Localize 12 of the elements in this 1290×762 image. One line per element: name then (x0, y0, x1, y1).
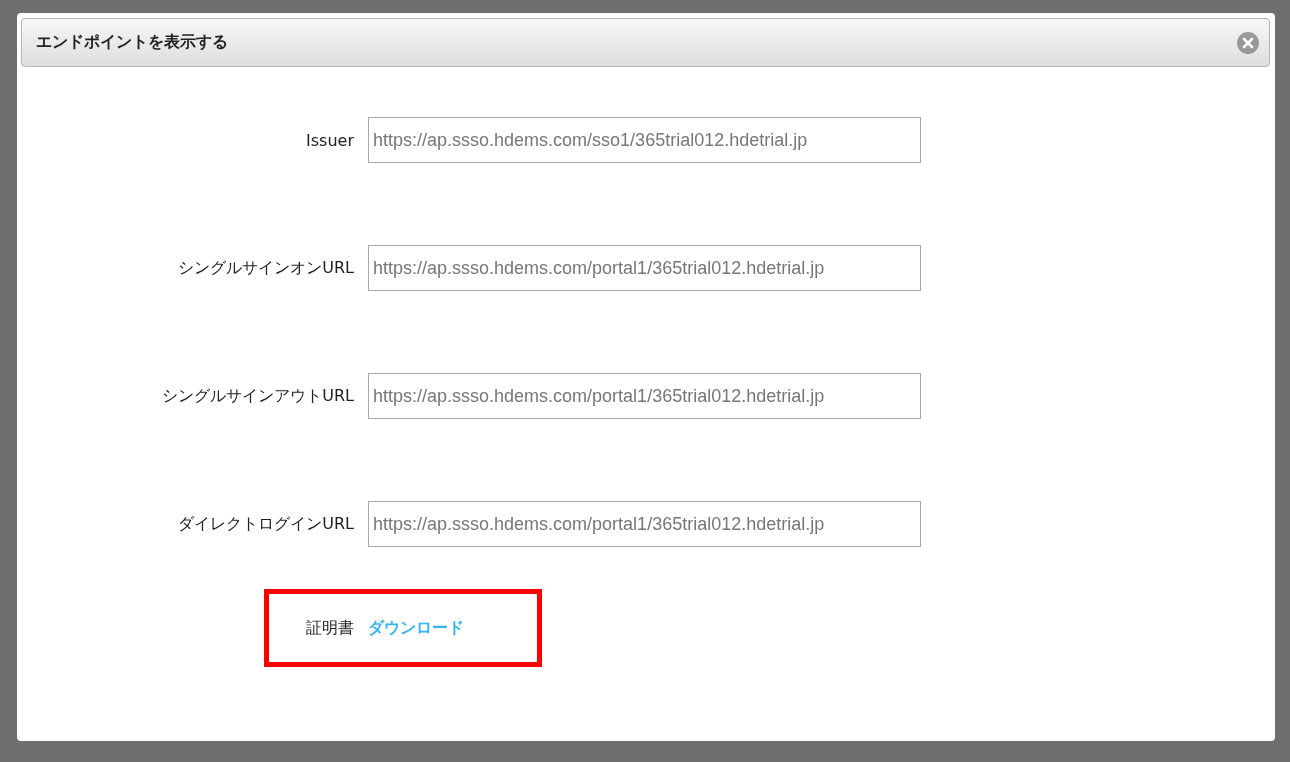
field-label: シングルサインアウトURL (161, 385, 355, 407)
close-icon[interactable] (1237, 31, 1259, 54)
field-label: シングルサインオンURL (177, 257, 355, 279)
input-field[interactable]: https://ap.ssso.hdems.com/portal1/365trial012.hdetrial.jp (368, 501, 921, 547)
field-label: ダイレクトログインURL (177, 513, 355, 535)
input-field[interactable]: https://ap.ssso.hdems.com/sso1/365trial012.hdetrial.jp (368, 117, 921, 163)
dialog-title: エンドポイントを表示する (36, 32, 228, 53)
input-field[interactable]: https://ap.ssso.hdems.com/portal1/365trial012.hdetrial.jp (368, 245, 921, 291)
download-link[interactable]: ダウンロード (368, 617, 464, 639)
field-label: 証明書 (305, 617, 355, 639)
input-field[interactable]: https://ap.ssso.hdems.com/portal1/365trial012.hdetrial.jp (368, 373, 921, 419)
field-label: Issuer (305, 130, 355, 150)
